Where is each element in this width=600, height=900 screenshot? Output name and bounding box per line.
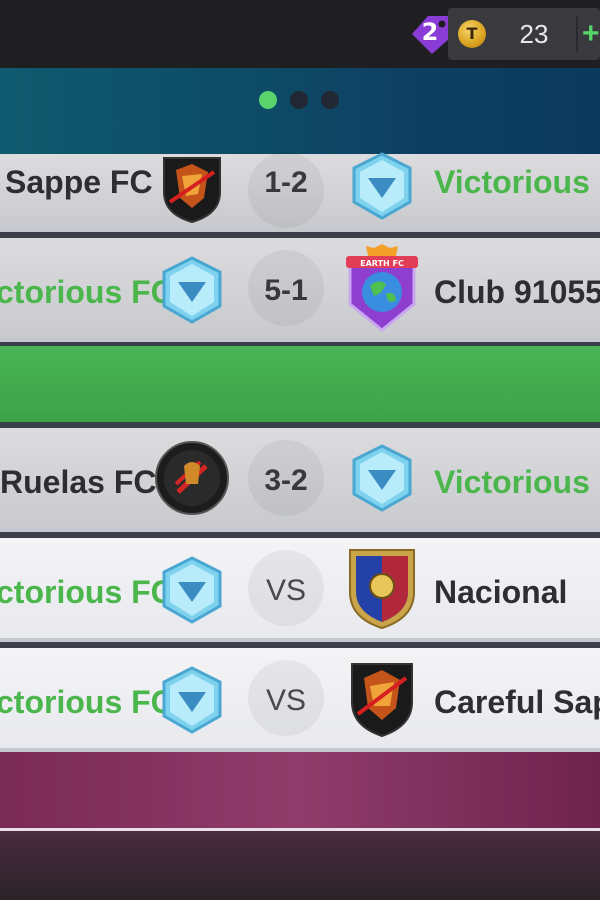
victorious-crest-icon [352,444,412,512]
carousel-dot[interactable] [290,91,308,109]
away-team-name: Club 91055 [434,274,600,310]
highlight-band [0,346,600,422]
coin-icon: T [458,20,486,48]
home-team-name: Ruelas FC [0,464,157,500]
match-row[interactable]: Sappe FC 1-2 Victorious F [0,152,600,232]
bottom-banner [0,752,600,828]
earth-fc-label: EARTH FC [360,259,404,268]
home-team-name: ctorious FC [0,574,174,610]
victorious-crest-icon [162,556,222,624]
victorious-crest-icon [162,666,222,734]
match-row[interactable]: ctorious FC VS Nacional [0,538,600,642]
victorious-crest-icon [352,152,412,220]
lion-crest-icon [163,157,221,224]
lion-crest-icon [351,663,413,738]
match-score: 5-1 [264,274,308,307]
top-bar: 2 T 23 + [0,0,600,68]
match-score: 1-2 [264,166,308,199]
match-score: 3-2 [264,464,308,497]
coin-amount: 23 [519,19,549,49]
earth-fc-crest-icon: EARTH FC [346,244,418,332]
home-team-name: Sappe FC [5,164,153,200]
add-coins-button[interactable]: + [582,16,600,52]
match-vs: VS [265,684,307,717]
match-vs: VS [265,574,307,607]
carousel-dot[interactable] [321,91,339,109]
ticket-tag-icon[interactable]: 2 [406,12,454,56]
away-team-name: Victorious F [434,164,600,200]
home-team-name: ctorious FC [0,274,174,310]
carousel-dot[interactable] [259,91,277,109]
home-team-name: ctorious FC [0,684,174,720]
away-team-name: Nacional [434,574,568,610]
nacional-crest-icon [349,549,415,630]
spartan-crest-icon [155,441,229,515]
bottom-panel [0,831,600,900]
away-team-name: Careful Sap [434,684,600,720]
victorious-crest-icon [162,256,222,324]
divider [576,16,578,52]
away-team-name: Victorious F [434,464,600,500]
match-row[interactable]: ctorious FC 5-1 EARTH FC Club 91055 [0,238,600,342]
match-row[interactable]: Ruelas FC 3-2 Victorious F [0,428,600,532]
match-row[interactable]: ctorious FC VS Careful Sap [0,648,600,752]
tag-count: 2 [421,18,439,46]
header-banner [0,68,600,154]
currency-display: T 23 + [448,8,600,60]
